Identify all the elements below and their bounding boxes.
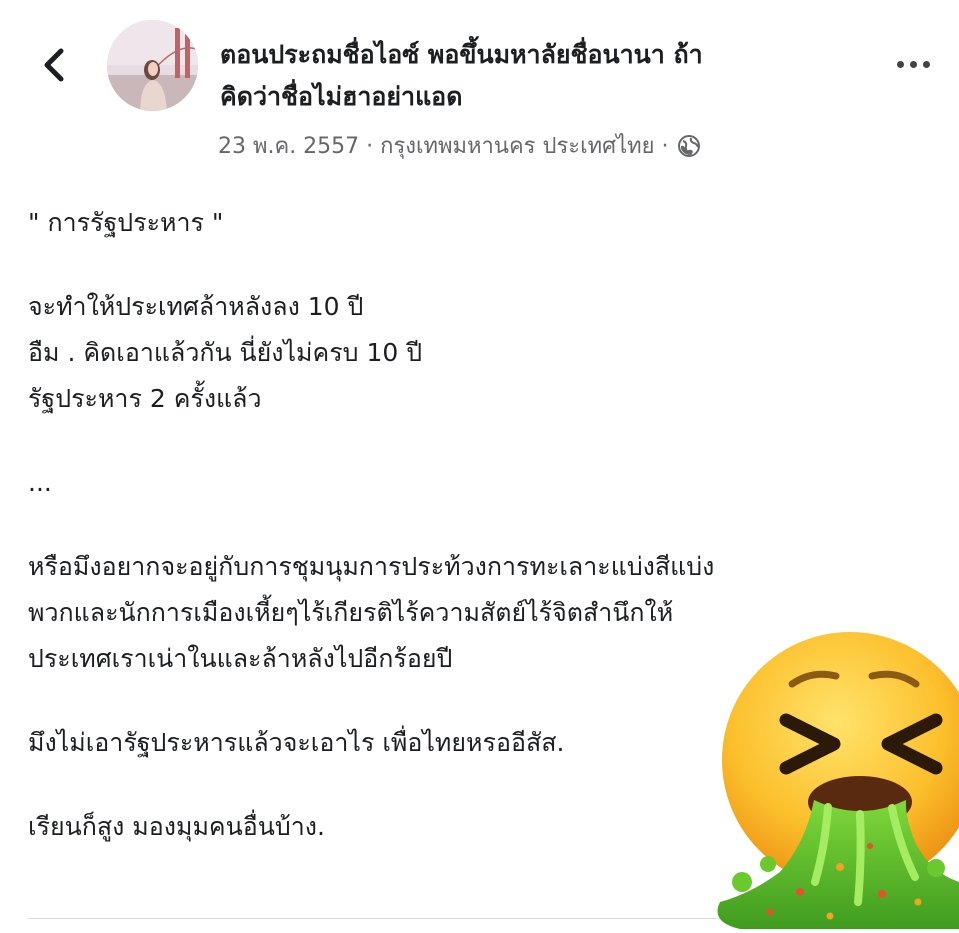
globe-icon [677,134,700,157]
post-text-line: หรือมึงอยากจะอยู่กับการชุมนุมการประท้วงก… [28,552,715,581]
title-line-2: คิดว่าชื่อไม่ฮาอย่าแอด [220,82,463,111]
avatar[interactable] [107,20,198,111]
post-text-line: พวกและนักการเมืองเหี้ยๆไร้เกียรติไร้ความ… [28,598,674,627]
more-dot [922,60,930,68]
more-dot [896,60,904,68]
post-date-location[interactable]: 23 พ.ค. 2557 · กรุงเทพมหานคร ประเทศไทย · [218,128,669,163]
back-button[interactable] [34,40,74,90]
post-text-line: อืม . คิดเอาแล้วกัน นี่ยังไม่ครบ 10 ปี [28,338,423,367]
more-options-button[interactable] [890,52,936,76]
post-meta: 23 พ.ค. 2557 · กรุงเทพมหานคร ประเทศไทย · [218,128,701,163]
title-line-1: ตอนประถมชื่อไอซ์ พอขึ้นมหาลัยชื่อนานา ถ้… [220,40,703,69]
chevron-left-icon [44,48,64,82]
post-text-line: ... [28,468,52,497]
more-dot [909,60,917,68]
post-author-title[interactable]: ตอนประถมชื่อไอซ์ พอขึ้นมหาลัยชื่อนานา ถ้… [220,34,840,118]
post-text-line: จะทำให้ประเทศล้าหลังลง 10 ปี [28,292,364,321]
post-text-line: รัฐประหาร 2 ครั้งแล้ว [28,384,262,413]
vomiting-face-emoji [710,632,959,929]
post-text-line: " การรัฐประหาร " [28,208,224,237]
divider [28,918,728,919]
